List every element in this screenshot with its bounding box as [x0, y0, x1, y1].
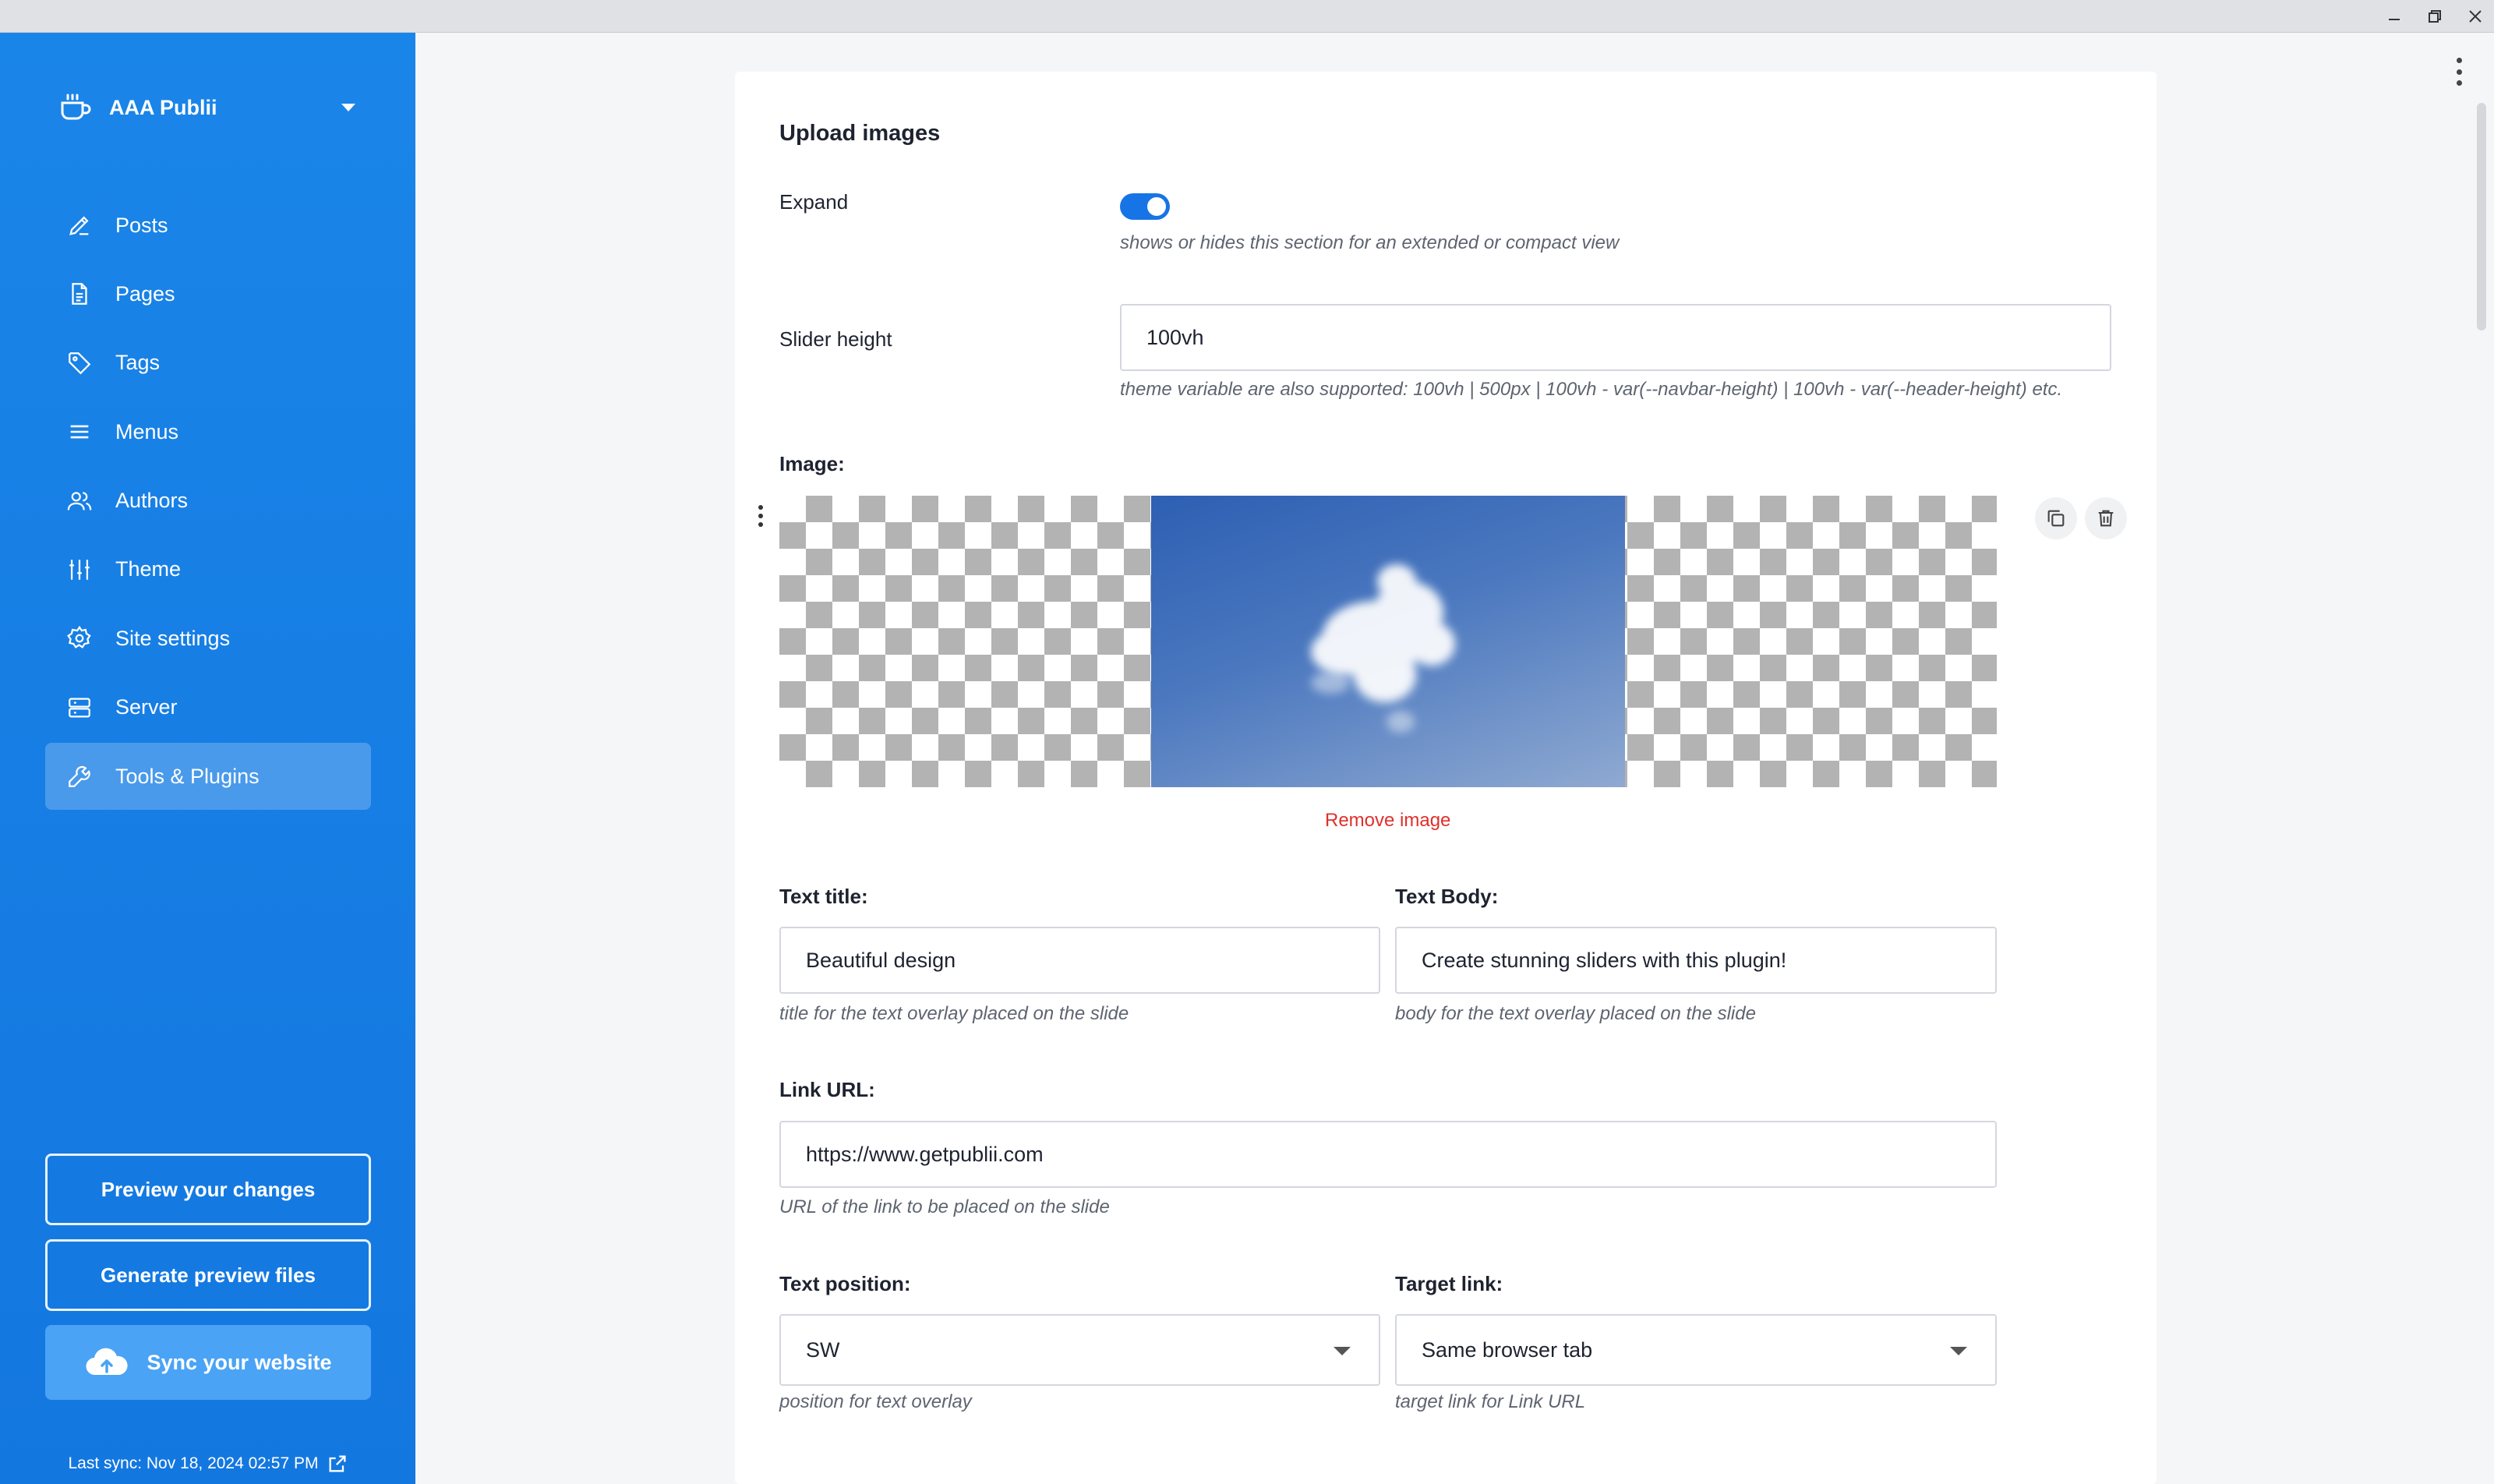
sidebar-item-authors[interactable]: Authors	[45, 468, 371, 535]
sidebar-item-label: Site settings	[115, 626, 231, 650]
slider-height-label: Slider height	[779, 327, 892, 351]
link-url-hint: URL of the link to be placed on the slid…	[779, 1196, 1110, 1217]
last-sync-text: Last sync: Nov 18, 2024 02:57 PM	[68, 1454, 319, 1472]
slider-height-input[interactable]: 100vh	[1120, 304, 2111, 371]
wrench-icon	[65, 762, 94, 790]
text-body-label: Text Body:	[1395, 885, 1499, 908]
sidebar: AAA Publii Posts Pages Tags Menus Author…	[0, 33, 415, 1484]
text-position-select[interactable]: SW	[779, 1314, 1380, 1386]
text-body-hint: body for the text overlay placed on the …	[1395, 1003, 1756, 1024]
external-link-icon[interactable]	[327, 1453, 348, 1475]
plugin-settings-panel: Upload images Expand shows or hides this…	[735, 72, 2157, 1484]
chevron-down-icon	[1334, 1347, 1351, 1355]
chevron-down-icon	[341, 104, 355, 111]
sidebar-item-menus[interactable]: Menus	[45, 398, 371, 465]
close-icon[interactable]	[2453, 3, 2494, 30]
link-url-label: Link URL:	[779, 1078, 875, 1101]
trash-icon[interactable]	[2085, 497, 2127, 539]
sidebar-item-tags[interactable]: Tags	[45, 330, 371, 397]
text-title-hint: title for the text overlay placed on the…	[779, 1003, 1129, 1024]
text-position-label: Text position:	[779, 1272, 911, 1295]
remove-image-link[interactable]: Remove image	[1325, 810, 1450, 832]
section-title: Upload images	[779, 121, 941, 146]
sync-website-button[interactable]: Sync your website	[45, 1325, 371, 1400]
sidebar-item-label: Tags	[115, 351, 161, 375]
page-icon	[65, 280, 94, 308]
image-label: Image:	[779, 452, 845, 475]
expand-label: Expand	[779, 190, 849, 214]
scrollbar[interactable]	[2477, 103, 2486, 330]
cloud-photo	[1311, 564, 1455, 733]
sidebar-item-theme[interactable]: Theme	[45, 536, 371, 603]
generate-preview-button[interactable]: Generate preview files	[45, 1239, 371, 1311]
tag-icon	[65, 349, 94, 377]
sync-label: Sync your website	[147, 1350, 332, 1374]
site-name: AAA Publii	[109, 95, 217, 119]
sidebar-item-label: Theme	[115, 557, 182, 581]
sidebar-item-label: Menus	[115, 419, 179, 443]
gear-icon	[65, 624, 94, 652]
slider-height-hint: theme variable are also supported: 100vh…	[1120, 379, 2063, 400]
expand-hint: shows or hides this section for an exten…	[1120, 232, 1620, 253]
target-link-value: Same browser tab	[1422, 1337, 1593, 1362]
site-switcher[interactable]: AAA Publii	[58, 84, 369, 131]
users-icon	[65, 487, 94, 515]
sliders-icon	[65, 556, 94, 584]
coffee-cup-icon	[61, 94, 91, 120]
menu-icon	[65, 418, 94, 446]
window-titlebar	[0, 0, 2494, 33]
restore-icon[interactable]	[2413, 3, 2457, 30]
sidebar-item-posts[interactable]: Posts	[45, 192, 371, 259]
sidebar-item-label: Posts	[115, 213, 168, 237]
sidebar-item-pages[interactable]: Pages	[45, 260, 371, 327]
text-title-input[interactable]: Beautiful design	[779, 927, 1380, 994]
sidebar-item-site-settings[interactable]: Site settings	[45, 605, 371, 672]
preview-changes-button[interactable]: Preview your changes	[45, 1154, 371, 1225]
link-url-input[interactable]: https://www.getpublii.com	[779, 1121, 1997, 1188]
sidebar-nav: Posts Pages Tags Menus Authors Theme Sit…	[45, 192, 371, 812]
text-position-value: SW	[806, 1337, 840, 1362]
sidebar-item-tools-plugins[interactable]: Tools & Plugins	[45, 743, 371, 811]
image-preview	[779, 496, 1997, 787]
pencil-icon	[65, 211, 94, 239]
sky-image	[1151, 496, 1625, 787]
sidebar-item-label: Authors	[115, 489, 189, 513]
chevron-down-icon	[1950, 1347, 1967, 1355]
last-sync-status: Last sync: Nov 18, 2024 02:57 PM	[45, 1453, 371, 1475]
target-link-label: Target link:	[1395, 1272, 1503, 1295]
sidebar-item-label: Tools & Plugins	[115, 764, 260, 788]
minimize-icon[interactable]	[2372, 3, 2416, 30]
target-link-select[interactable]: Same browser tab	[1395, 1314, 1997, 1386]
text-body-input[interactable]: Create stunning sliders with this plugin…	[1395, 927, 1997, 994]
target-link-hint: target link for Link URL	[1395, 1391, 1586, 1412]
sidebar-item-server[interactable]: Server	[45, 674, 371, 741]
sidebar-item-label: Pages	[115, 281, 175, 306]
text-title-label: Text title:	[779, 885, 868, 908]
duplicate-icon[interactable]	[2035, 497, 2077, 539]
cloud-upload-icon	[86, 1348, 129, 1376]
expand-toggle[interactable]	[1120, 193, 1170, 220]
sidebar-item-label: Server	[115, 695, 178, 719]
more-options-icon[interactable]	[2447, 55, 2471, 89]
text-position-hint: position for text overlay	[779, 1391, 972, 1412]
drag-handle-icon[interactable]	[755, 505, 766, 527]
server-icon	[65, 694, 94, 722]
